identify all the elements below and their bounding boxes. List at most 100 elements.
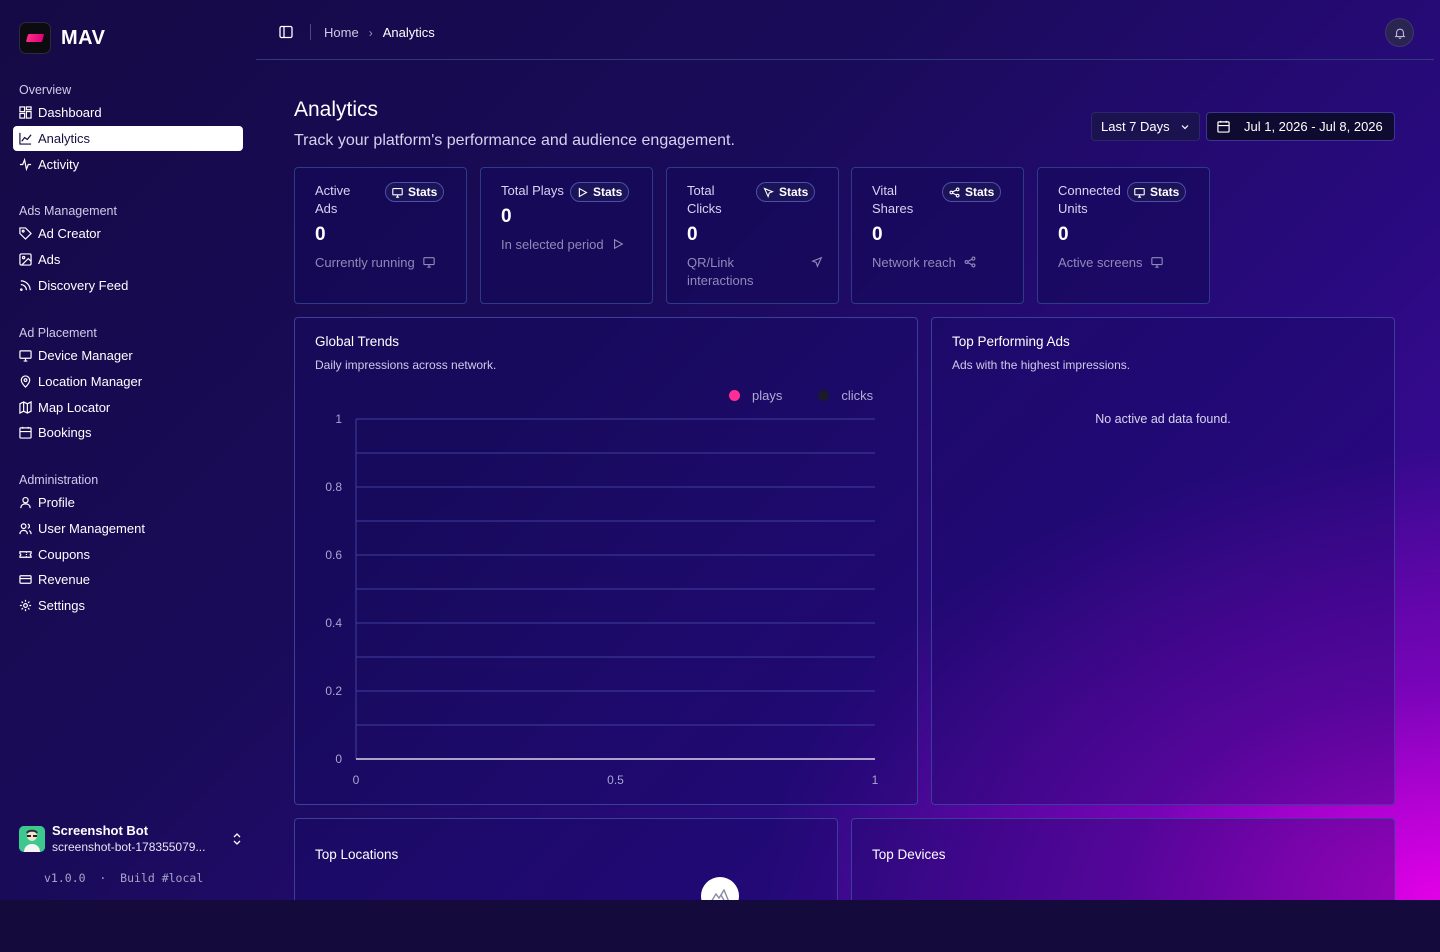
stat-card-vital-shares: Vital Shares Stats 0 Network reach bbox=[851, 167, 1024, 304]
nav-section-title: Overview bbox=[19, 83, 72, 97]
notifications-button[interactable] bbox=[1385, 18, 1414, 47]
sidebar-item-label: User Management bbox=[38, 521, 145, 537]
stat-value: 0 bbox=[315, 224, 326, 245]
user-icon bbox=[20, 497, 31, 509]
y-tick-label: 0.2 bbox=[325, 684, 342, 698]
stat-footnote-text: QR/Link interactions bbox=[687, 255, 754, 288]
sidebar-item-label: Dashboard bbox=[38, 105, 102, 121]
sidebar-item-location-manager[interactable]: Location Manager bbox=[13, 369, 243, 395]
calendar-icon bbox=[1217, 120, 1230, 133]
stat-footnote-text: Active screens bbox=[1058, 255, 1143, 270]
header-divider bbox=[310, 24, 311, 40]
top-locations-panel: Top Locations bbox=[294, 818, 838, 900]
stat-label: Connected Units bbox=[1058, 183, 1121, 216]
loading-indicator bbox=[701, 877, 739, 900]
stat-card-total-plays: Total Plays Stats 0 In selected period bbox=[480, 167, 653, 304]
sidebar-item-ad-creator[interactable]: Ad Creator bbox=[13, 221, 243, 247]
stat-card-active-ads: Active Ads Stats 0 Currently running bbox=[294, 167, 467, 304]
sidebar-item-settings[interactable]: Settings bbox=[13, 593, 243, 619]
top-ads-panel: Top Performing Ads Ads with the highest … bbox=[931, 317, 1395, 805]
stat-footnote: Network reach bbox=[872, 254, 976, 272]
x-tick-label: 0 bbox=[353, 773, 360, 787]
stat-footnote: QR/Link interactions bbox=[687, 254, 823, 290]
y-tick-label: 0 bbox=[335, 752, 342, 766]
play-icon bbox=[613, 238, 624, 250]
nav-section-administration: Administration Profile User Management C… bbox=[13, 470, 243, 618]
sidebar-item-activity[interactable]: Activity bbox=[13, 151, 243, 177]
avatar-image bbox=[19, 826, 45, 852]
cursor-icon bbox=[763, 187, 774, 198]
sidebar-item-label: Discovery Feed bbox=[38, 277, 129, 293]
breadcrumb-separator-icon: › bbox=[368, 25, 373, 40]
logo bbox=[19, 22, 51, 54]
top-header: Home › Analytics bbox=[256, 0, 1434, 60]
stats-button-label: Stats bbox=[408, 185, 438, 199]
breadcrumb-home[interactable]: Home bbox=[324, 25, 359, 40]
calendar-icon bbox=[19, 427, 32, 440]
map-icon bbox=[19, 400, 32, 414]
app-root: MAV Overview Dashboard Analytics Activit… bbox=[0, 0, 1440, 900]
date-picker-button[interactable]: Jul 1, 2026 - Jul 8, 2026 bbox=[1206, 112, 1395, 141]
y-tick-label: 0.8 bbox=[325, 480, 342, 494]
map-pin-icon bbox=[20, 375, 31, 388]
users-icon bbox=[19, 523, 32, 535]
page-title: Analytics bbox=[294, 98, 379, 121]
brand[interactable]: MAV bbox=[19, 22, 105, 54]
sidebar-item-coupons[interactable]: Coupons bbox=[13, 541, 243, 567]
stat-footnote: Currently running bbox=[315, 254, 435, 272]
sidebar-item-label: Ads bbox=[38, 252, 61, 268]
bell-icon bbox=[1394, 28, 1405, 39]
stat-footnote-text: Currently running bbox=[315, 255, 415, 270]
x-tick-label: 1 bbox=[872, 773, 879, 787]
screen-icon bbox=[1150, 257, 1163, 268]
sidebar-item-ads[interactable]: Ads bbox=[13, 247, 243, 273]
nav-section-title: Ads Management bbox=[19, 204, 117, 218]
page-subtitle: Track your platform's performance and au… bbox=[294, 132, 735, 149]
stat-card-connected-units: Connected Units Stats 0 Active screens bbox=[1037, 167, 1210, 304]
nav-section-overview: Overview Dashboard Analytics Activity bbox=[13, 80, 243, 177]
stats-button[interactable]: Stats bbox=[570, 182, 630, 202]
sidebar-item-profile[interactable]: Profile bbox=[13, 490, 243, 516]
sidebar-item-device-manager[interactable]: Device Manager bbox=[13, 343, 243, 369]
sidebar-item-label: Location Manager bbox=[38, 374, 143, 390]
stat-value: 0 bbox=[1058, 224, 1069, 245]
sidebar-item-label: Profile bbox=[38, 495, 75, 511]
monitor-icon bbox=[392, 187, 403, 198]
sidebar-item-label: Bookings bbox=[38, 425, 92, 441]
user-name: Screenshot Bot bbox=[52, 823, 149, 838]
sidebar-item-discovery-feed[interactable]: Discovery Feed bbox=[13, 272, 243, 298]
sidebar-item-user-management[interactable]: User Management bbox=[13, 516, 243, 542]
stats-button[interactable]: Stats bbox=[756, 182, 816, 202]
stats-button[interactable]: Stats bbox=[1127, 182, 1187, 202]
chevron-down-icon bbox=[1181, 124, 1189, 129]
sidebar-item-bookings[interactable]: Bookings bbox=[13, 420, 243, 446]
sidebar-item-analytics[interactable]: Analytics bbox=[13, 125, 243, 152]
global-trends-panel: Global Trends Daily impressions across n… bbox=[294, 317, 918, 805]
stat-footnote: In selected period bbox=[501, 236, 624, 254]
sidebar-item-dashboard[interactable]: Dashboard bbox=[13, 100, 243, 126]
x-tick-label: 0.5 bbox=[607, 773, 624, 787]
date-picker-value: Jul 1, 2026 - Jul 8, 2026 bbox=[1244, 119, 1383, 134]
user-menu[interactable]: Screenshot Bot screenshot-bot-178355079.… bbox=[19, 822, 244, 856]
date-range-select[interactable]: Last 7 Days bbox=[1091, 112, 1200, 141]
logo-mark bbox=[25, 34, 45, 42]
stats-button[interactable]: Stats bbox=[942, 182, 1002, 202]
activity-icon bbox=[19, 157, 32, 171]
sidebar-item-label: Settings bbox=[38, 598, 85, 614]
sidebar-item-revenue[interactable]: Revenue bbox=[13, 567, 243, 593]
rss-icon bbox=[19, 279, 31, 291]
top-devices-panel: Top Devices bbox=[851, 818, 1395, 900]
stats-button[interactable]: Stats bbox=[385, 182, 445, 202]
sidebar-toggle-icon[interactable] bbox=[279, 25, 293, 39]
mountain-logo-icon bbox=[711, 889, 729, 900]
sidebar: MAV Overview Dashboard Analytics Activit… bbox=[0, 0, 256, 900]
stat-card-total-clicks: Total Clicks Stats 0 QR/Link interaction… bbox=[666, 167, 839, 304]
share-icon bbox=[964, 256, 976, 268]
stat-label: Total Plays bbox=[501, 183, 564, 198]
stats-button-label: Stats bbox=[593, 185, 623, 199]
panel-subtitle: Ads with the highest impressions. bbox=[952, 358, 1131, 372]
stat-value: 0 bbox=[687, 224, 698, 245]
user-info: Screenshot Bot screenshot-bot-178355079.… bbox=[52, 823, 223, 855]
y-tick-label: 0.4 bbox=[325, 616, 342, 630]
sidebar-item-map-locator[interactable]: Map Locator bbox=[13, 394, 243, 420]
